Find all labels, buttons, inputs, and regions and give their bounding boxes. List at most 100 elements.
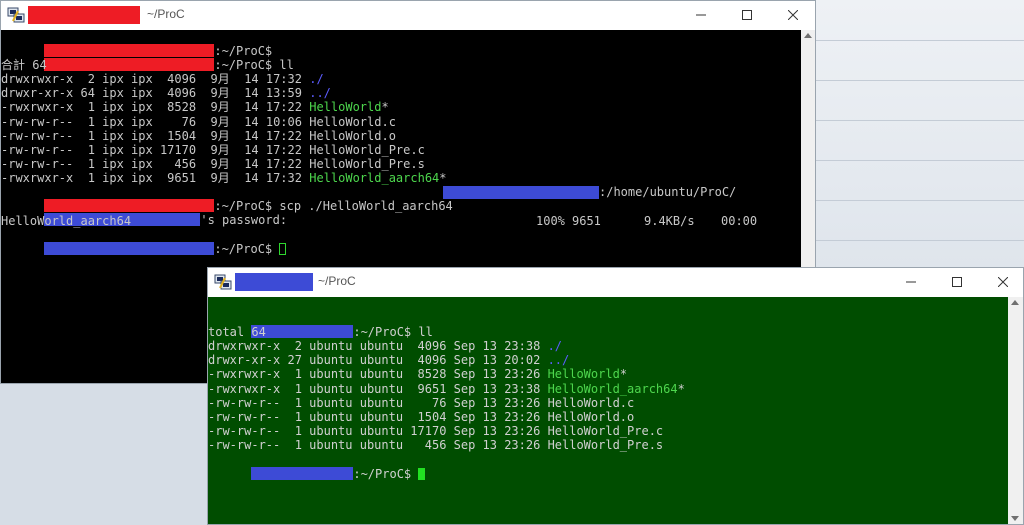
file-name: HelloWorld_aarch64 — [309, 171, 440, 186]
transfer-percent: 100% — [536, 214, 565, 228]
listing-row: -rw-rw-r-- 1 ubuntu ubuntu 456 Sep 13 23… — [208, 438, 663, 452]
listing-row: drwxr-xr-x 64 ipx ipx 4096 9月 14 13:59 .… — [1, 86, 331, 100]
password-prompt: 's password: — [1, 199, 287, 227]
maximize-button[interactable] — [934, 268, 980, 296]
close-button[interactable] — [770, 1, 815, 29]
file-meta: -rw-rw-r-- 1 ubuntu ubuntu 17170 Sep 13 … — [208, 424, 548, 439]
scroll-up-arrow-icon[interactable] — [1011, 300, 1019, 305]
transfer-rate: 9.4KB/s — [644, 214, 695, 228]
prompt-line: :~/ProC$ — [1, 30, 272, 58]
executable-marker: * — [619, 367, 628, 382]
close-icon — [788, 10, 798, 20]
listing-row: -rw-rw-r-- 1 ubuntu ubuntu 17170 Sep 13 … — [208, 424, 663, 438]
file-meta: -rwxrwxr-x 1 ubuntu ubuntu 8528 Sep 13 2… — [208, 367, 548, 382]
file-name: HelloWorld_Pre.c — [547, 424, 664, 439]
file-meta: -rw-rw-r-- 1 ubuntu ubuntu 76 Sep 13 23:… — [208, 395, 548, 410]
final-prompt: :~/ProC$ — [208, 453, 426, 481]
file-name: HelloWorld.c — [547, 395, 635, 410]
file-meta: -rw-rw-r-- 1 ubuntu ubuntu 1504 Sep 13 2… — [208, 410, 548, 424]
file-meta: drwxrwxr-x 2 ipx ipx 4096 9月 14 17:32 — [1, 72, 310, 86]
scp-destination: :/home/ubuntu/ProC/ — [599, 185, 737, 199]
file-meta: -rw-rw-r-- 1 ubuntu ubuntu 456 Sep 13 23… — [208, 438, 548, 453]
file-meta: drwxr-xr-x 64 ipx ipx 4096 9月 14 13:59 — [1, 86, 310, 101]
redacted-user-host — [251, 325, 354, 338]
maximize-icon — [952, 277, 962, 287]
file-meta: drwxrwxr-x 2 ubuntu ubuntu 4096 Sep 13 2… — [208, 339, 548, 353]
close-icon — [998, 277, 1008, 287]
executable-marker: * — [381, 100, 389, 115]
title-bar[interactable]: ~/ProC — [1, 1, 815, 29]
redacted-remote-host — [443, 186, 599, 199]
file-meta: -rw-rw-r-- 1 ipx ipx 17170 9月 14 17:22 — [1, 143, 310, 157]
file-meta: -rwxrwxr-x 1 ubuntu ubuntu 9651 Sep 13 2… — [208, 381, 548, 396]
minimize-button[interactable] — [678, 1, 724, 29]
listing-row: drwxr-xr-x 27 ubuntu ubuntu 4096 Sep 13 … — [208, 353, 569, 367]
file-meta: -rwxrwxr-x 1 ipx ipx 8528 9月 14 17:22 — [1, 100, 310, 115]
text-cursor — [279, 243, 287, 255]
listing-row: -rw-rw-r-- 1 ipx ipx 456 9月 14 17:22 Hel… — [1, 157, 425, 171]
putty-app-icon — [214, 274, 232, 290]
listing-row: -rw-rw-r-- 1 ipx ipx 1504 9月 14 17:22 He… — [1, 129, 396, 143]
listing-row: -rwxrwxr-x 1 ubuntu ubuntu 9651 Sep 13 2… — [208, 382, 685, 396]
putty-app-icon — [7, 7, 25, 23]
file-name: HelloWorld_Pre.s — [547, 438, 664, 453]
terminal-output[interactable]: :~/ProC$ ll total 64 drwxrwxr-x 2 ubuntu… — [208, 297, 1008, 524]
desktop-background — [816, 0, 1024, 267]
listing-total: 合計 64 — [1, 58, 47, 72]
title-bar[interactable]: ~/ProC — [208, 268, 1023, 296]
file-name: HelloWorld — [547, 367, 620, 382]
file-meta: -rw-rw-r-- 1 ipx ipx 1504 9月 14 17:22 — [1, 128, 310, 143]
listing-row: -rwxrwxr-x 1 ubuntu ubuntu 8528 Sep 13 2… — [208, 367, 627, 381]
redacted-host — [28, 6, 140, 24]
file-name: HelloWorld_aarch64 — [547, 381, 678, 396]
file-name: ../ — [309, 86, 331, 101]
listing-row: -rwxrwxr-x 1 ipx ipx 9651 9月 14 17:32 He… — [1, 171, 447, 185]
listing-row: drwxrwxr-x 2 ubuntu ubuntu 4096 Sep 13 2… — [208, 339, 562, 353]
terminal-window-ubuntu[interactable]: ~/ProC :~/ProC$ ll total 64 drwxrwxr-x 2… — [207, 267, 1024, 525]
listing-row: -rw-rw-r-- 1 ipx ipx 76 9月 14 10:06 Hell… — [1, 115, 396, 129]
minimize-icon — [906, 281, 916, 283]
transfer-size: 9651 — [572, 214, 601, 228]
file-name: HelloWorld_Pre.c — [309, 143, 425, 157]
maximize-button[interactable] — [724, 1, 770, 29]
file-meta: drwxr-xr-x 27 ubuntu ubuntu 4096 Sep 13 … — [208, 353, 548, 368]
file-meta: -rwxrwxr-x 1 ipx ipx 9651 9月 14 17:32 — [1, 171, 310, 186]
file-meta: -rw-rw-r-- 1 ipx ipx 76 9月 14 10:06 — [1, 114, 310, 129]
text-cursor — [418, 468, 426, 480]
executable-marker: * — [439, 171, 447, 186]
scroll-up-arrow-icon[interactable] — [804, 33, 812, 38]
scp-command-line: :~/ProC$ scp ./HelloWorld_aarch64 — [1, 185, 453, 213]
minimize-icon — [696, 14, 706, 16]
executable-marker: * — [677, 381, 685, 396]
file-name: HelloWorld.o — [547, 410, 635, 424]
file-meta: -rw-rw-r-- 1 ipx ipx 456 9月 14 17:22 — [1, 157, 310, 172]
command-line-ll: :~/ProC$ ll — [1, 44, 294, 72]
listing-row: -rw-rw-r-- 1 ubuntu ubuntu 1504 Sep 13 2… — [208, 410, 634, 424]
listing-row: drwxrwxr-x 2 ipx ipx 4096 9月 14 17:32 ./ — [1, 72, 324, 86]
vertical-scrollbar[interactable] — [1008, 297, 1023, 524]
file-name: ./ — [309, 72, 324, 86]
transfer-time: 00:00 — [721, 214, 758, 228]
redacted-user-host — [251, 467, 354, 480]
file-name: HelloWorld.c — [309, 114, 396, 129]
file-name: ../ — [547, 353, 570, 368]
window-title: ~/ProC — [318, 274, 356, 288]
redacted-remote-host — [44, 242, 215, 255]
file-name: HelloWorld.o — [309, 128, 396, 143]
window-title: ~/ProC — [147, 7, 185, 21]
redacted-user-host — [44, 58, 215, 71]
close-button[interactable] — [980, 268, 1023, 296]
final-prompt: :~/ProC$ — [1, 228, 287, 256]
minimize-button[interactable] — [888, 268, 934, 296]
maximize-icon — [742, 10, 752, 20]
listing-total: total 64 — [208, 325, 266, 339]
scroll-down-arrow-icon[interactable] — [1011, 516, 1019, 521]
file-name: HelloWorld — [309, 100, 382, 115]
listing-row: -rwxrwxr-x 1 ipx ipx 8528 9月 14 17:22 He… — [1, 100, 389, 114]
listing-row: -rw-rw-r-- 1 ipx ipx 17170 9月 14 17:22 H… — [1, 143, 425, 157]
command-line-ll: :~/ProC$ ll — [208, 311, 433, 339]
file-name: HelloWorld_Pre.s — [309, 157, 425, 172]
redacted-host — [235, 273, 313, 291]
transfer-file: HelloWorld_aarch64 — [1, 214, 132, 228]
listing-row: -rw-rw-r-- 1 ubuntu ubuntu 76 Sep 13 23:… — [208, 396, 634, 410]
